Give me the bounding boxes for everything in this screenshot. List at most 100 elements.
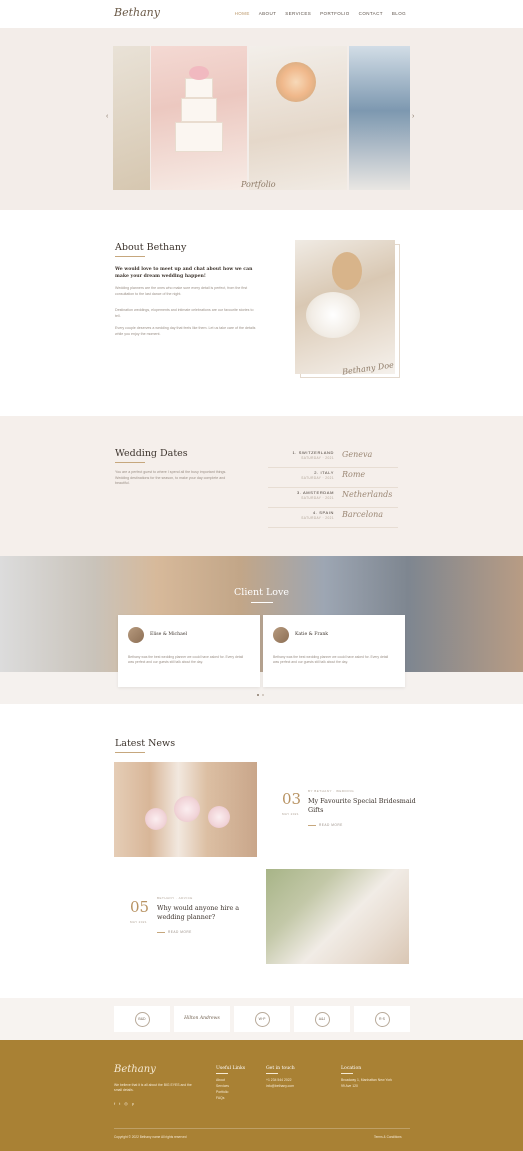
testimonial-card: Elise & Michael Bethany was the best wed… <box>118 615 260 687</box>
nav-blog[interactable]: BLOG <box>392 11 406 16</box>
dates-title: Wedding Dates <box>115 448 188 459</box>
read-more-link[interactable]: READ MORE <box>308 823 343 827</box>
about-lead: We would love to meet up and chat about … <box>115 267 253 279</box>
partner-logo[interactable]: R·S <box>354 1006 410 1032</box>
news-category: BY BETHANY · WEDDING <box>308 789 355 793</box>
testimonial-name: Elise & Michael <box>150 632 188 637</box>
wedding-dates-section <box>0 416 523 556</box>
partner-wordmark: Hilton Andrews <box>184 1016 220 1022</box>
date-place: 2. ITALY <box>314 470 334 475</box>
footer-email[interactable]: info@bethany.com <box>266 1083 294 1089</box>
carousel-dot[interactable] <box>262 694 264 696</box>
flower-arrangement <box>276 62 316 102</box>
footer-about-text: We believe that it is all about the BIG … <box>114 1083 192 1093</box>
dates-description: You are a perfect guest to where I spend… <box>115 470 227 486</box>
news-headline[interactable]: Why would anyone hire a wedding planner? <box>157 904 267 922</box>
news-image-wedding[interactable] <box>266 869 409 964</box>
partner-mark: W·P <box>254 1011 270 1027</box>
nav-contact[interactable]: CONTACT <box>359 11 383 16</box>
client-love-title: Client Love <box>234 587 289 598</box>
title-underline <box>115 256 145 257</box>
footer-divider <box>114 1128 410 1129</box>
site-header: Bethany HOME ABOUT SERVICES PORTFOLIO CO… <box>0 0 523 28</box>
about-title: About Bethany <box>115 242 187 253</box>
title-underline <box>251 602 273 603</box>
nav-about[interactable]: ABOUT <box>259 11 277 16</box>
nav-portfolio[interactable]: PORTFOLIO <box>320 11 350 16</box>
social-links: f t ◎ p <box>114 1101 134 1106</box>
about-paragraph: Destination weddings, elopements and int… <box>115 308 254 318</box>
footer-col-title: Location <box>341 1066 362 1071</box>
date-when: SATURDAY · 2021 <box>301 516 334 520</box>
footer-col-title: Get in touch <box>266 1066 295 1071</box>
footer-col-underline <box>341 1073 353 1074</box>
chevron-left-icon[interactable]: ‹ <box>106 113 108 120</box>
footer-col-underline <box>266 1073 278 1074</box>
copyright: Copyright © 2022 Bethany name All rights… <box>114 1135 187 1139</box>
partner-mark: R·S <box>374 1011 390 1027</box>
date-row[interactable]: 1. SWITZERLAND SATURDAY · 2021 Geneva <box>268 446 398 468</box>
title-underline <box>115 462 145 463</box>
footer-link[interactable]: FAQs <box>216 1095 224 1101</box>
news-date: MAY 2021 <box>130 920 147 924</box>
date-script: Rome <box>342 470 366 479</box>
partner-logo[interactable]: W·P <box>234 1006 290 1032</box>
read-more-link[interactable]: READ MORE <box>157 930 192 934</box>
nav-services[interactable]: SERVICES <box>285 11 311 16</box>
footer-address: 99 Ave 120 <box>341 1084 358 1088</box>
date-row[interactable]: 3. AMSTERDAM SATURDAY · 2021 Netherlands <box>268 486 398 508</box>
about-paragraph: Wedding planners are the ones who make s… <box>115 286 248 296</box>
avatar <box>273 627 289 643</box>
bouquet-image <box>208 806 230 828</box>
footer-logo[interactable]: Bethany <box>114 1064 156 1075</box>
bouquet-image <box>306 292 360 338</box>
facebook-icon[interactable]: f <box>114 1101 115 1106</box>
nav-home[interactable]: HOME <box>235 11 250 16</box>
partner-mark: B&D <box>134 1011 150 1027</box>
about-paragraph: Every couple deserves a wedding day that… <box>115 326 256 336</box>
date-row[interactable]: 4. SPAIN SATURDAY · 2021 Barcelona <box>268 506 398 528</box>
bouquet-image <box>145 808 167 830</box>
date-when: SATURDAY · 2021 <box>301 476 334 480</box>
logo[interactable]: Bethany <box>114 6 160 19</box>
news-day: 03 <box>282 790 302 808</box>
terms-link[interactable]: Terms & Conditions <box>374 1135 402 1139</box>
cake-illustration <box>175 66 223 160</box>
date-place: 3. AMSTERDAM <box>297 490 334 495</box>
testimonial-text: Bethany was the best wedding planner we … <box>273 655 389 665</box>
footer-col-title: Useful Links <box>216 1066 246 1071</box>
date-script: Geneva <box>342 450 373 459</box>
bouquet-image <box>174 796 200 822</box>
bride-portrait <box>332 252 362 290</box>
news-headline[interactable]: My Favourite Special Bridesmaid Gifts <box>308 797 418 815</box>
date-place: 4. SPAIN <box>313 510 334 515</box>
partner-mark: A&J <box>314 1011 330 1027</box>
date-script: Barcelona <box>342 510 383 519</box>
partner-logo[interactable]: B&D <box>114 1006 170 1032</box>
slide-image-bride <box>349 46 410 190</box>
footer-col-underline <box>216 1073 228 1074</box>
instagram-icon[interactable]: ◎ <box>124 1101 128 1106</box>
testimonial-name: Katie & Frank <box>295 632 329 637</box>
client-love-background <box>0 556 523 672</box>
news-day: 05 <box>130 898 150 916</box>
main-nav: HOME ABOUT SERVICES PORTFOLIO CONTACT BL… <box>235 11 406 16</box>
chevron-right-icon[interactable]: › <box>412 113 414 120</box>
news-date: MAY 2021 <box>282 812 299 816</box>
partner-logo[interactable]: Hilton Andrews <box>174 1006 230 1032</box>
news-category: BETHANY · ADVICE <box>157 896 193 900</box>
site-footer <box>0 1040 523 1151</box>
slide-image <box>113 46 150 190</box>
pinterest-icon[interactable]: p <box>132 1101 134 1106</box>
carousel-dot[interactable] <box>257 694 259 696</box>
date-when: SATURDAY · 2021 <box>301 496 334 500</box>
testimonial-card: Katie & Frank Bethany was the best weddi… <box>263 615 405 687</box>
carousel-dots <box>257 694 264 696</box>
portfolio-signature: Portfolio <box>241 180 276 189</box>
date-script: Netherlands <box>342 490 393 499</box>
partner-logo[interactable]: A&J <box>294 1006 350 1032</box>
twitter-icon[interactable]: t <box>119 1101 120 1106</box>
testimonial-text: Bethany was the best wedding planner we … <box>128 655 244 665</box>
title-underline <box>115 752 145 753</box>
date-row[interactable]: 2. ITALY SATURDAY · 2021 Rome <box>268 466 398 488</box>
